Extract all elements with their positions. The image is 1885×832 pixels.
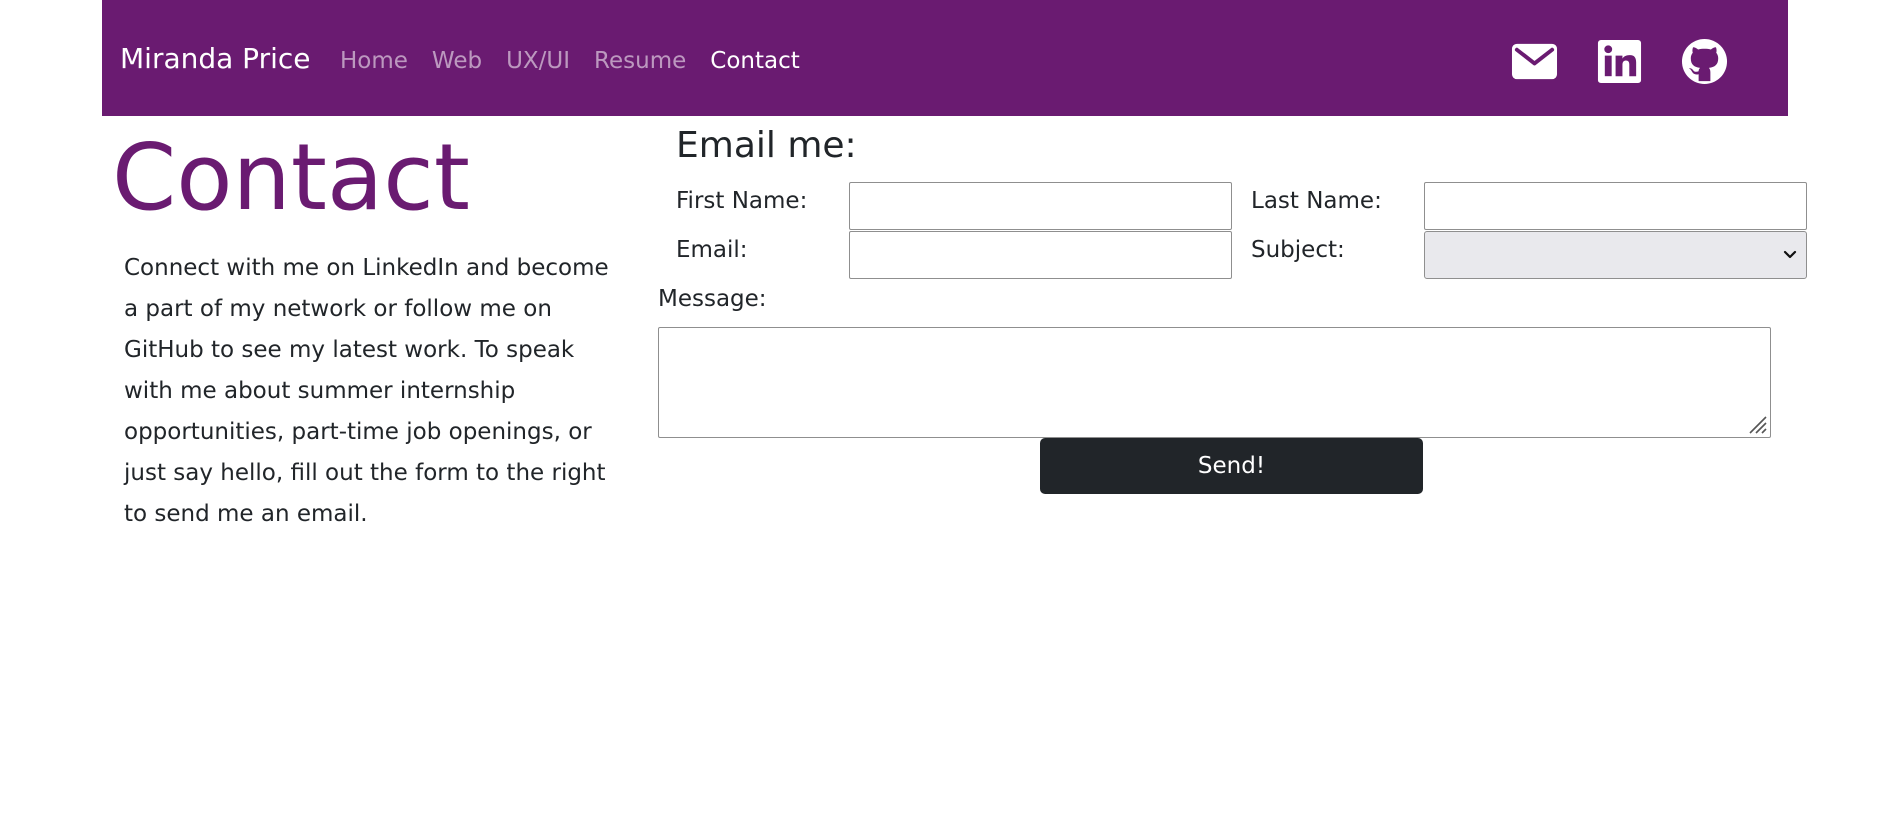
nav-link-contact[interactable]: Contact [710,46,799,76]
intro-text: Connect with me on LinkedIn and become a… [124,255,609,527]
send-button[interactable]: Send! [1040,438,1423,494]
email-label: Email: [676,237,748,263]
resize-handle-icon[interactable] [1746,413,1768,435]
nav-links: Home Web UX/UI Resume Contact [340,46,800,76]
mail-icon [1511,43,1558,80]
last-name-input[interactable] [1424,182,1807,230]
brand-link[interactable]: Miranda Price [120,42,311,76]
first-name-label: First Name: [676,188,808,214]
page: Miranda Price Home Web UX/UI Resume Cont… [0,0,1885,832]
nav-link-web[interactable]: Web [432,46,482,76]
nav-link-resume[interactable]: Resume [594,46,686,76]
mail-link[interactable] [1511,38,1558,85]
chevron-down-icon [1783,250,1797,259]
message-textarea[interactable] [658,327,1771,438]
linkedin-icon [1597,39,1642,84]
subject-select[interactable] [1424,231,1807,279]
github-link[interactable] [1681,38,1728,85]
subject-label: Subject: [1251,237,1345,263]
email-input[interactable] [849,231,1232,279]
page-title: Contact [112,124,470,231]
message-label: Message: [658,286,767,312]
first-name-input[interactable] [849,182,1232,230]
github-icon [1681,38,1728,85]
social-icons [1511,38,1728,85]
nav-link-uxui[interactable]: UX/UI [506,46,570,76]
linkedin-link[interactable] [1596,38,1643,85]
last-name-label: Last Name: [1251,188,1382,214]
navbar: Miranda Price Home Web UX/UI Resume Cont… [102,0,1788,116]
nav-link-home[interactable]: Home [340,46,408,76]
form-title: Email me: [676,125,857,166]
